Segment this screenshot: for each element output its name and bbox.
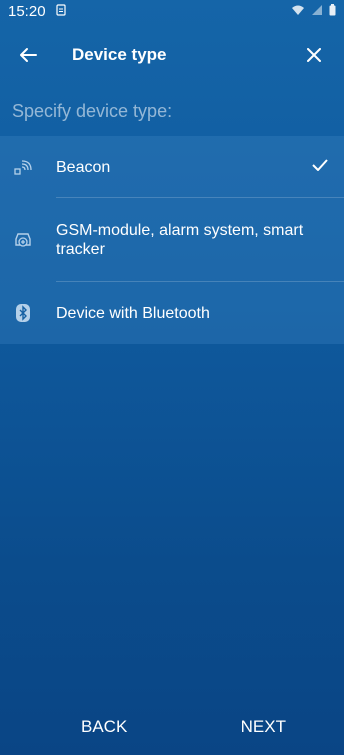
bluetooth-icon [12,302,34,324]
device-type-option-bluetooth[interactable]: Device with Bluetooth [0,282,344,344]
next-button[interactable]: NEXT [241,717,286,737]
device-type-option-gsm-module[interactable]: GSM-module, alarm system, smart tracker [0,198,344,282]
device-type-label: Beacon [56,158,111,176]
car-alarm-icon [12,229,34,251]
signal-icon [311,4,323,19]
back-button[interactable]: BACK [81,717,127,737]
close-icon[interactable] [302,43,326,67]
status-time: 15:20 [8,2,46,20]
app-bar: Device type [0,22,344,88]
back-arrow-icon[interactable] [16,43,40,67]
bottom-action-bar: BACK NEXT [0,699,344,755]
notification-icon [55,3,66,20]
section-subtitle: Specify device type: [12,100,173,121]
beacon-icon [12,156,34,178]
status-bar: 15:20 [0,0,344,22]
device-type-list: Beacon GSM-module, alarm system, smart t… [0,136,344,344]
wifi-icon [291,4,305,19]
device-type-label: Device with Bluetooth [56,304,210,322]
battery-icon [329,3,336,19]
page-title: Device type [72,45,167,64]
checkmark-icon [312,158,328,176]
device-type-label: GSM-module, alarm system, smart tracker [56,222,304,258]
device-type-option-beacon[interactable]: Beacon [0,136,344,198]
